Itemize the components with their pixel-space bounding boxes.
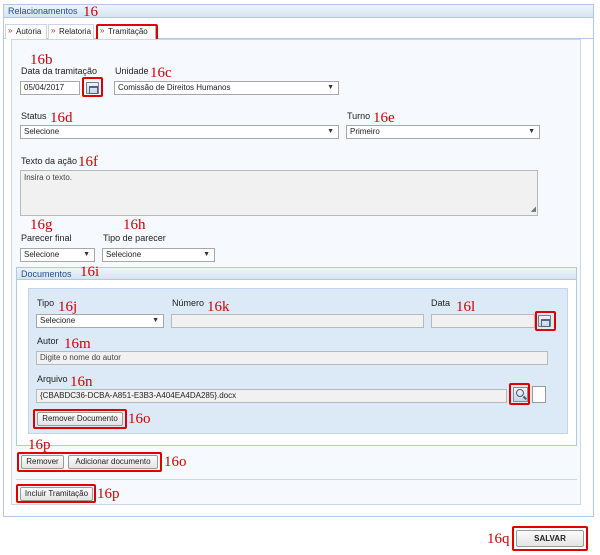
status-value: Selecione	[24, 127, 60, 136]
doc-data-input[interactable]	[431, 314, 535, 328]
highlight-16n	[509, 383, 530, 405]
callout-16o-b: 16o	[164, 454, 187, 470]
doc-tipo-value: Selecione	[40, 316, 76, 325]
highlight-16l	[535, 311, 556, 331]
parecer-final-label: Parecer final	[21, 233, 72, 243]
callout-16m: 16m	[64, 336, 91, 352]
status-label: Status	[21, 111, 47, 121]
chevron-down-icon: »	[51, 26, 56, 35]
document-file-icon[interactable]	[532, 386, 546, 403]
callout-16p-top: 16p	[28, 437, 51, 453]
turno-select[interactable]: Primeiro ▼	[346, 125, 540, 139]
chevron-down-icon: ▼	[327, 128, 334, 135]
resize-handle-icon: ◢	[530, 206, 536, 213]
doc-tipo-label: Tipo	[37, 298, 55, 308]
texto-acao-textarea[interactable]: Insira o texto. ◢	[20, 170, 538, 216]
parecer-final-select[interactable]: Selecione ▼	[20, 248, 95, 262]
status-select[interactable]: Selecione ▼	[20, 125, 339, 139]
callout-16p: 16p	[97, 486, 120, 502]
callout-16k: 16k	[207, 299, 230, 315]
callout-16j: 16j	[58, 299, 78, 315]
callout-16f: 16f	[78, 154, 98, 170]
doc-autor-input[interactable]: Digite o nome do autor	[36, 351, 548, 365]
tab-relatoria[interactable]: » Relatoria	[48, 24, 94, 39]
highlight-16b	[82, 77, 103, 97]
highlight-16q	[512, 526, 588, 551]
parecer-final-value: Selecione	[24, 250, 60, 259]
doc-autor-placeholder: Digite o nome do autor	[40, 353, 121, 362]
highlight-16o-a	[33, 409, 127, 429]
unidade-label: Unidade	[115, 66, 149, 76]
highlight-16o-b	[17, 452, 162, 472]
section-title: Relacionamentos	[8, 6, 78, 16]
documentos-header: Documentos	[17, 268, 576, 280]
tab-autoria[interactable]: » Autoria	[5, 24, 47, 39]
callout-16o: 16o	[128, 411, 151, 427]
callout-16n: 16n	[70, 374, 93, 390]
doc-autor-label: Autor	[37, 336, 59, 346]
unidade-value: Comissão de Direitos Humanos	[118, 83, 231, 92]
callout-16l: 16l	[456, 299, 476, 315]
tab-relatoria-label: Relatoria	[59, 27, 92, 36]
callout-16h: 16h	[123, 217, 146, 233]
chevron-down-icon: »	[8, 26, 13, 35]
doc-tipo-select[interactable]: Selecione ▼	[36, 314, 164, 328]
tipo-parecer-label: Tipo de parecer	[103, 233, 166, 243]
turno-value: Primeiro	[350, 127, 380, 136]
callout-16q: 16q	[487, 531, 510, 547]
highlight-16p	[16, 484, 96, 503]
callout-16: 16	[83, 4, 98, 20]
doc-arquivo-input[interactable]: {CBABDC36-DCBA-A851-E3B3-A404EA4DA285}.d…	[36, 389, 507, 403]
divider	[16, 479, 577, 480]
callout-16g: 16g	[30, 217, 53, 233]
doc-numero-label: Número	[172, 298, 205, 308]
callout-16d: 16d	[50, 110, 73, 126]
documentos-legend: Documentos	[21, 269, 72, 279]
data-tramitacao-input[interactable]: 05/04/2017	[20, 81, 80, 95]
turno-label: Turno	[347, 111, 371, 121]
callout-16e: 16e	[373, 110, 395, 126]
unidade-select[interactable]: Comissão de Direitos Humanos ▼	[114, 81, 339, 95]
chevron-down-icon: ▼	[528, 128, 535, 135]
chevron-down-icon: ▼	[152, 317, 159, 324]
texto-acao-placeholder: Insira o texto.	[24, 173, 73, 182]
data-tramitacao-label: Data da tramitação	[21, 66, 98, 76]
texto-acao-label: Texto da ação	[21, 156, 78, 166]
tab-autoria-label: Autoria	[16, 27, 42, 36]
doc-numero-input[interactable]	[171, 314, 424, 328]
tipo-parecer-value: Selecione	[106, 250, 142, 259]
chevron-down-icon: ▼	[83, 251, 90, 258]
doc-data-label: Data	[431, 298, 451, 308]
doc-arquivo-label: Arquivo	[37, 374, 68, 384]
tipo-parecer-select[interactable]: Selecione ▼	[102, 248, 215, 262]
callout-16c: 16c	[150, 65, 172, 81]
chevron-down-icon: ▼	[203, 251, 210, 258]
chevron-down-icon: ▼	[327, 84, 334, 91]
callout-16i: 16i	[80, 264, 100, 280]
